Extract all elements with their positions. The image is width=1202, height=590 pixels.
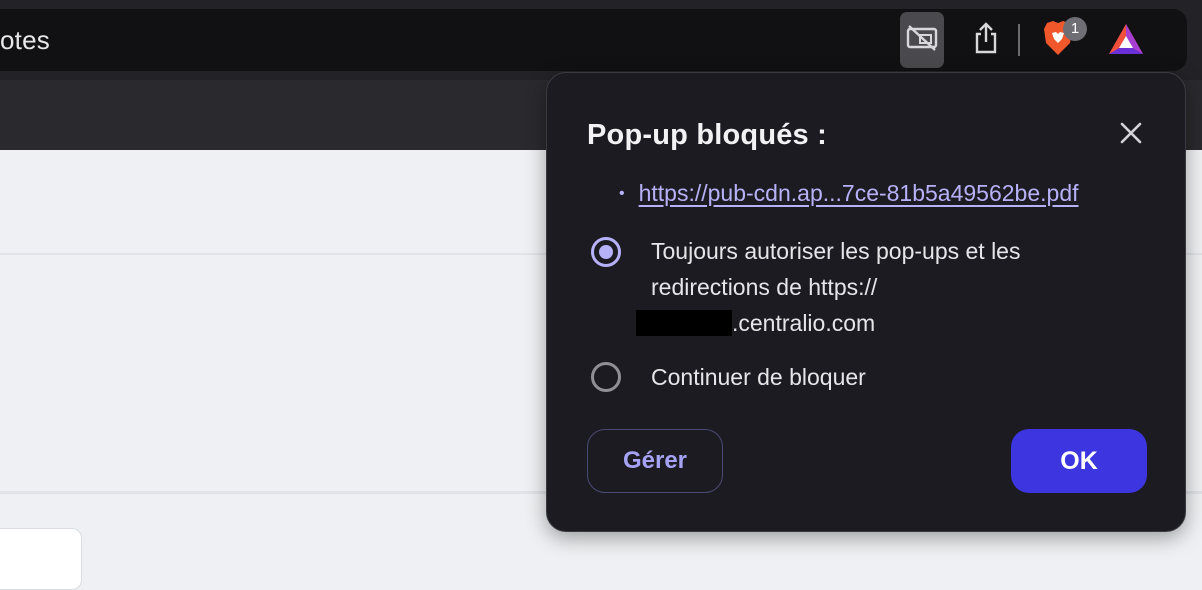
address-bar[interactable]: otes <box>0 9 1187 71</box>
allow-option-line1: Toujours autoriser les pop-ups et les <box>651 238 1021 264</box>
allow-option-domain: .centralio.com <box>732 310 876 336</box>
popup-blocked-button[interactable] <box>900 12 944 68</box>
block-option-label[interactable]: Continuer de bloquer <box>651 359 866 395</box>
close-button[interactable] <box>1115 119 1147 151</box>
allow-option-line2: redirections de https:// <box>651 274 878 300</box>
redacted-text <box>636 310 732 336</box>
share-icon <box>973 21 999 59</box>
list-bullet: • <box>619 184 625 202</box>
allow-option-label[interactable]: Toujours autoriser les pop-ups et les re… <box>636 233 1021 341</box>
allow-option-line3: .centralio.com <box>636 305 1020 341</box>
blocked-popup-item: • https://pub-cdn.ap...7ce-81b5a49562be.… <box>619 180 1079 207</box>
popup-blocked-icon <box>906 24 938 57</box>
blocked-popup-link[interactable]: https://pub-cdn.ap...7ce-81b5a49562be.pd… <box>639 180 1079 207</box>
popup-blocked-dialog: Pop-up bloqués : • https://pub-cdn.ap...… <box>546 72 1186 532</box>
page-card <box>0 528 82 590</box>
toolbar-separator <box>1018 24 1020 56</box>
share-button[interactable] <box>966 18 1006 62</box>
address-text[interactable]: otes <box>0 9 50 71</box>
dialog-title: Pop-up bloqués : <box>587 119 828 151</box>
block-radio[interactable] <box>591 362 621 392</box>
brave-rewards-button[interactable] <box>1104 20 1148 62</box>
ok-button[interactable]: OK <box>1011 429 1147 493</box>
close-icon <box>1119 121 1143 150</box>
allow-radio[interactable] <box>591 237 621 267</box>
manage-button[interactable]: Gérer <box>587 429 723 493</box>
shields-badge: 1 <box>1063 17 1087 41</box>
brave-rewards-icon <box>1107 22 1145 61</box>
browser-toolbar: otes 1 <box>0 0 1202 80</box>
